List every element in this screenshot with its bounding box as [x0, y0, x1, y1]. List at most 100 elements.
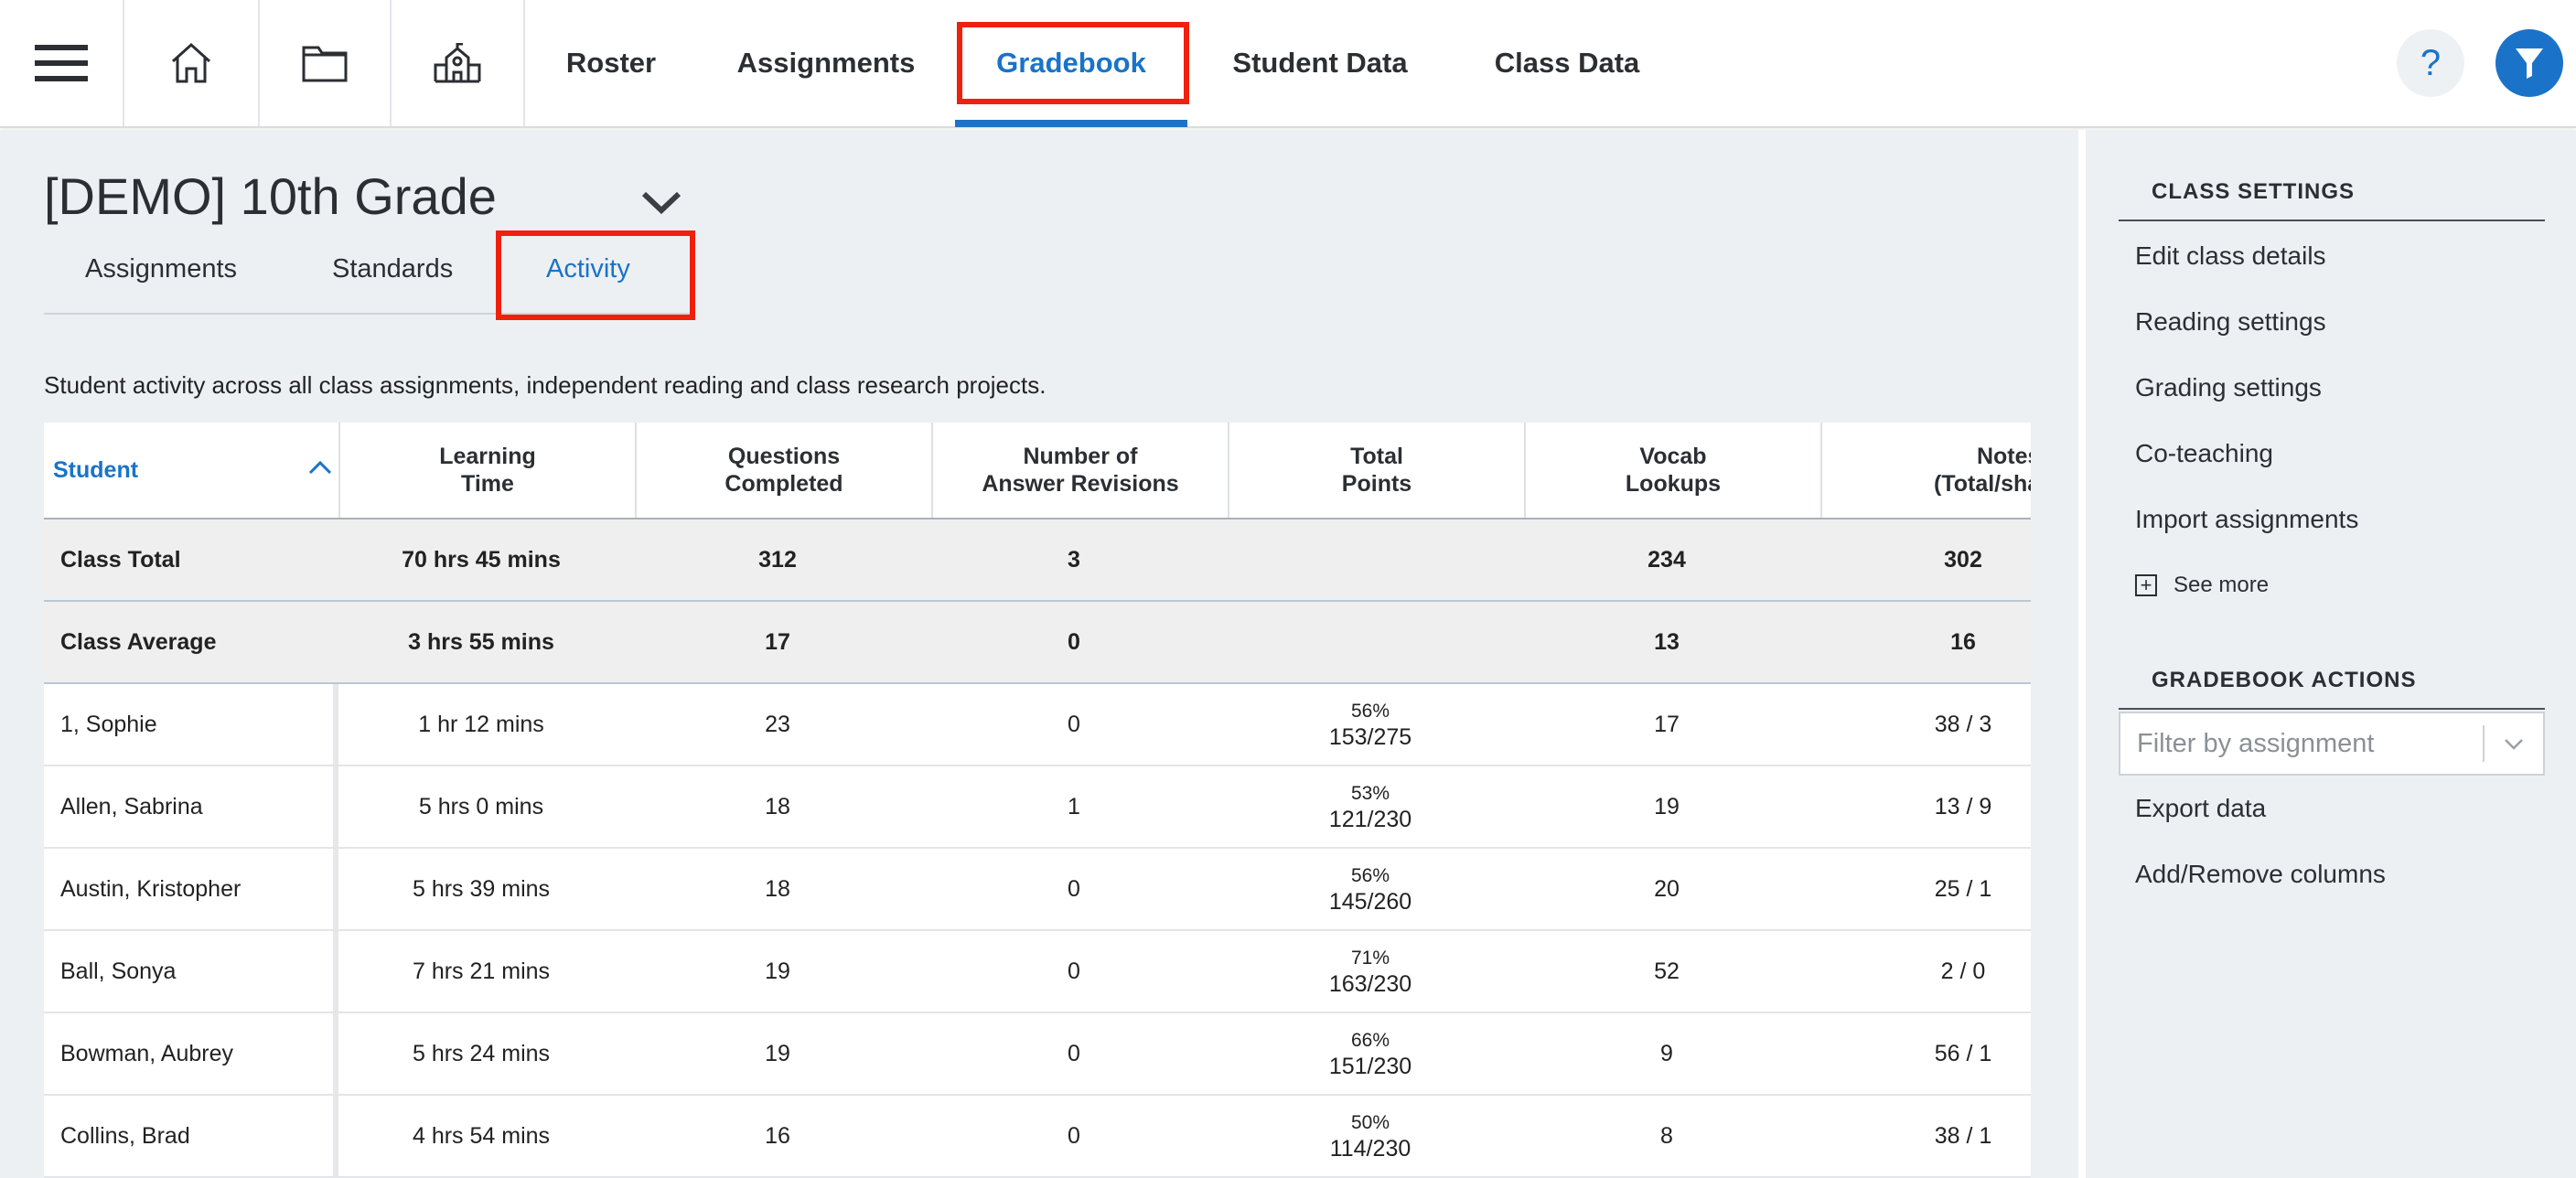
- hamburger-icon: [35, 45, 88, 81]
- table-row[interactable]: Allen, Sabrina 5 hrs 0 mins 18 1 53% 121/…: [44, 766, 2031, 849]
- menu-button[interactable]: [0, 0, 124, 126]
- subtab-assignments[interactable]: Assignments: [85, 254, 237, 294]
- cell-time: 5 hrs 39 mins: [412, 875, 551, 902]
- activity-highlight-box: [496, 230, 695, 320]
- cell-notes: 56 / 1: [1934, 1040, 1992, 1066]
- filter-placeholder: Filter by assignment: [2137, 728, 2375, 758]
- activity-description: Student activity across all class assign…: [44, 371, 1046, 399]
- cell-vocab: 52: [1654, 958, 1680, 984]
- cell-time: 7 hrs 21 mins: [412, 958, 551, 984]
- cell-notes: 13 / 9: [1934, 793, 1992, 819]
- cell-questions: 19: [765, 1040, 790, 1066]
- cell-vocab: 17: [1654, 711, 1680, 737]
- add-remove-columns-link[interactable]: Add/Remove columns: [2135, 860, 2386, 889]
- see-more-button[interactable]: + See more: [2135, 573, 2269, 598]
- cell-notes: 38 / 3: [1934, 711, 1992, 737]
- header-questions-completed[interactable]: Questions Completed: [637, 423, 933, 518]
- home-button[interactable]: [124, 0, 260, 126]
- grading-settings-link[interactable]: Grading settings: [2135, 373, 2322, 402]
- folder-icon: [302, 46, 348, 82]
- cell-name[interactable]: Bowman, Aubrey: [44, 1013, 333, 1094]
- edit-class-details-link[interactable]: Edit class details: [2135, 241, 2326, 271]
- class-dropdown-chevron-icon[interactable]: [640, 188, 682, 216]
- plus-square-icon: +: [2135, 574, 2157, 596]
- header-notes[interactable]: Notes(Total/shared): [1822, 423, 2031, 518]
- nav-student-data[interactable]: Student Data: [1208, 0, 1433, 126]
- cell-questions: 18: [765, 875, 790, 902]
- cell-revisions: 0: [1068, 1122, 1080, 1149]
- summary-row-average: Class Average 3 hrs 55 mins 17 0 13 16: [44, 602, 2031, 684]
- filter-button[interactable]: [2496, 29, 2563, 97]
- table-row[interactable]: 1, Sophie 1 hr 12 mins 23 0 56% 153/275 1…: [44, 684, 2031, 766]
- cell-name[interactable]: Allen, Sabrina: [44, 766, 333, 847]
- help-button[interactable]: ?: [2397, 29, 2464, 97]
- class-settings-rule: [2119, 220, 2545, 221]
- school-icon: [434, 43, 481, 83]
- header-total-points[interactable]: Total Points: [1229, 423, 1526, 518]
- cell-revisions: 0: [1068, 1040, 1080, 1066]
- cell-time: 3 hrs 55 mins: [408, 628, 554, 655]
- header-answer-revisions[interactable]: Number of Answer Revisions: [933, 423, 1229, 518]
- cell-revisions: 0: [1068, 958, 1080, 984]
- cell-questions: 17: [765, 628, 790, 655]
- table-row[interactable]: Ball, Sonya 7 hrs 21 mins 19 0 71% 163/23…: [44, 931, 2031, 1013]
- cell-vocab: 19: [1654, 793, 1680, 819]
- cell-points: 50% 114/230: [1329, 1112, 1411, 1162]
- nav-assignments[interactable]: Assignments: [706, 0, 946, 126]
- cell-vocab: 20: [1654, 875, 1680, 902]
- home-icon: [171, 42, 211, 83]
- cell-vocab: 9: [1660, 1040, 1673, 1066]
- library-button[interactable]: [260, 0, 392, 126]
- cell-name[interactable]: Collins, Brad: [44, 1096, 333, 1176]
- table-row[interactable]: Collins, Brad 4 hrs 54 mins 16 0 50% 114/…: [44, 1096, 2031, 1178]
- content-divider: [2078, 130, 2086, 1178]
- import-assignments-link[interactable]: Import assignments: [2135, 505, 2358, 534]
- help-icon: ?: [2420, 42, 2442, 83]
- cell-notes: 2 / 0: [1940, 958, 1986, 984]
- cell-time: 70 hrs 45 mins: [402, 546, 561, 573]
- gradebook-highlight-box: [957, 22, 1189, 104]
- cell-vocab: 13: [1654, 628, 1680, 655]
- cell-time: 5 hrs 0 mins: [418, 793, 544, 819]
- cell-notes: 302: [1944, 546, 1982, 573]
- table-row[interactable]: Austin, Kristopher 5 hrs 39 mins 18 0 56…: [44, 849, 2031, 931]
- co-teaching-link[interactable]: Co-teaching: [2135, 439, 2273, 468]
- filter-by-assignment-select[interactable]: Filter by assignment: [2119, 712, 2545, 776]
- cell-name[interactable]: Ball, Sonya: [44, 931, 333, 1012]
- sort-ascending-icon: [308, 460, 332, 475]
- subtab-standards[interactable]: Standards: [332, 254, 453, 294]
- cell-name: Class Average: [60, 628, 217, 655]
- summary-row-total: Class Total 70 hrs 45 mins 312 3 234 302: [44, 519, 2031, 602]
- header-student[interactable]: Student: [44, 423, 340, 518]
- gradebook-actions-heading: GRADEBOOK ACTIONS: [2152, 668, 2417, 692]
- cell-name[interactable]: Austin, Kristopher: [44, 849, 333, 929]
- cell-points: [1222, 602, 1519, 682]
- cell-time: 4 hrs 54 mins: [412, 1122, 551, 1149]
- cell-revisions: 3: [1068, 546, 1080, 573]
- cell-time: 1 hr 12 mins: [418, 711, 544, 737]
- reading-settings-link[interactable]: Reading settings: [2135, 307, 2326, 337]
- header-vocab-lookups[interactable]: Vocab Lookups: [1526, 423, 1822, 518]
- cell-points: 71% 163/230: [1328, 948, 1412, 997]
- cell-name: Class Total: [60, 546, 181, 573]
- school-button[interactable]: [392, 0, 525, 126]
- header-learning-time[interactable]: Learning Time: [340, 423, 637, 518]
- table-header: Student Learning Time Questions Completed …: [44, 423, 2031, 519]
- cell-name[interactable]: 1, Sophie: [44, 684, 333, 765]
- filter-icon: [2516, 48, 2543, 79]
- nav-class-data[interactable]: Class Data: [1464, 0, 1670, 126]
- cell-vocab: 234: [1648, 546, 1686, 573]
- cell-points: [1222, 519, 1519, 600]
- cell-questions: 19: [765, 958, 790, 984]
- top-nav-bar: Roster Assignments Gradebook Student Dat…: [0, 0, 2576, 128]
- cell-revisions: 0: [1068, 711, 1080, 737]
- cell-points: 56% 145/260: [1328, 865, 1412, 915]
- table-row[interactable]: Bowman, Aubrey 5 hrs 24 mins 19 0 66% 151…: [44, 1013, 2031, 1096]
- cell-points: 56% 153/275: [1328, 701, 1412, 750]
- nav-roster[interactable]: Roster: [525, 0, 697, 126]
- class-settings-heading: CLASS SETTINGS: [2152, 179, 2356, 204]
- cell-questions: 18: [765, 793, 790, 819]
- cell-notes: 25 / 1: [1934, 875, 1992, 902]
- export-data-link[interactable]: Export data: [2135, 794, 2266, 823]
- cell-notes: 16: [1950, 628, 1976, 655]
